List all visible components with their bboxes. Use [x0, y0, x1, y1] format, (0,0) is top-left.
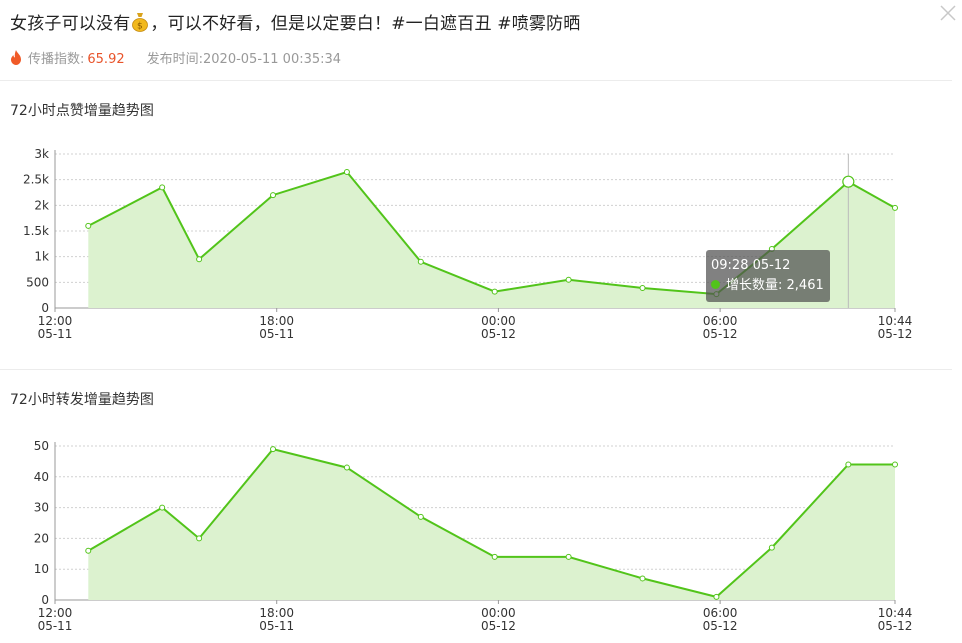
tooltip-label: 增长数量:: [726, 278, 783, 293]
close-button[interactable]: [937, 2, 959, 24]
data-point: [565, 276, 572, 283]
highlighted-point: [842, 175, 855, 188]
divider-middle: [0, 369, 952, 370]
x-tick-time: 12:00: [38, 606, 73, 620]
x-tick-date: 05-12: [703, 619, 738, 633]
data-point: [768, 544, 775, 551]
y-tick-label: 2.5k: [23, 173, 49, 187]
x-tick-time: 18:00: [259, 606, 294, 620]
tooltip-title: 09:28 05-12: [711, 258, 791, 273]
y-tick-label: 0: [41, 301, 49, 315]
x-tick-date: 05-11: [38, 327, 73, 341]
y-tick-label: 0: [41, 593, 49, 607]
data-point: [491, 553, 498, 560]
money-bag-icon: $: [132, 13, 149, 32]
fire-icon: [11, 50, 21, 65]
title-prefix: 女孩子可以没有: [10, 14, 131, 34]
data-point: [85, 547, 92, 554]
series-dot: [711, 280, 720, 289]
data-point: [491, 288, 498, 295]
y-tick-label: 2k: [34, 198, 49, 212]
x-tick-time: 00:00: [481, 314, 516, 328]
x-tick-time: 18:00: [259, 314, 294, 328]
y-tick-label: 50: [34, 439, 49, 453]
x-tick-date: 05-11: [38, 619, 73, 633]
y-tick-label: 40: [34, 470, 49, 484]
x-tick-time: 00:00: [481, 606, 516, 620]
y-tick-label: 1.5k: [23, 224, 49, 238]
data-point: [343, 464, 350, 471]
reposts-chart-title: 72小时转发增量趋势图: [10, 392, 154, 408]
x-tick-time: 10:44: [878, 606, 913, 620]
x-tick-date: 05-12: [481, 619, 516, 633]
publish-label: 发布时间:: [146, 52, 203, 67]
data-point: [417, 258, 424, 265]
post-meta: 传播指数: 65.92 发布时间:2020-05-11 00:35:34: [10, 48, 341, 67]
y-tick-label: 30: [34, 501, 49, 515]
likes-chart-title: 72小时点赞增量趋势图: [10, 103, 154, 119]
data-point: [270, 192, 277, 199]
data-point: [159, 504, 166, 511]
x-tick-date: 05-12: [878, 327, 913, 341]
x-tick-time: 12:00: [38, 314, 73, 328]
x-tick-date: 05-12: [878, 619, 913, 633]
publish-time: 2020-05-11 00:35:34: [203, 52, 342, 67]
data-point: [892, 204, 898, 211]
data-point: [565, 553, 572, 560]
x-tick-time: 06:00: [703, 606, 738, 620]
x-tick-date: 05-11: [259, 327, 294, 341]
data-point: [845, 461, 852, 468]
reposts-trend-chart[interactable]: 0102030405012:0005-1118:0005-1100:0005-1…: [0, 432, 962, 637]
data-point: [892, 461, 898, 468]
data-point: [639, 575, 646, 582]
x-tick-date: 05-11: [259, 619, 294, 633]
y-tick-label: 500: [26, 275, 49, 289]
data-point: [159, 184, 166, 191]
svg-text:$: $: [137, 22, 143, 32]
data-point: [196, 256, 203, 263]
tooltip-row: 增长数量: 2,461: [711, 276, 824, 296]
spread-label: 传播指数:: [28, 52, 85, 67]
x-tick-date: 05-12: [481, 327, 516, 341]
spread-value: 65.92: [87, 52, 125, 67]
tooltip-value: 2,461: [786, 278, 824, 293]
data-point: [85, 222, 92, 229]
x-tick-time: 06:00: [703, 314, 738, 328]
divider-top: [0, 80, 952, 81]
y-tick-label: 10: [34, 562, 49, 576]
data-point: [343, 168, 350, 175]
chart-tooltip: 09:28 05-12 增长数量: 2,461: [706, 250, 830, 302]
data-point: [713, 593, 720, 600]
title-suffix: ，可以不好看，但是以定要白！#一白遮百丑 #喷雾防晒: [150, 14, 581, 34]
data-point: [270, 446, 277, 453]
y-tick-label: 1k: [34, 250, 49, 264]
x-tick-time: 10:44: [878, 314, 913, 328]
data-point: [417, 513, 424, 520]
x-tick-date: 05-12: [703, 327, 738, 341]
likes-trend-chart[interactable]: 05001k1.5k2k2.5k3k12:0005-1118:0005-1100…: [0, 140, 962, 345]
data-point: [639, 284, 646, 291]
y-tick-label: 20: [34, 531, 49, 545]
data-point: [196, 535, 203, 542]
y-tick-label: 3k: [34, 147, 49, 161]
post-title: 女孩子可以没有 $ ，可以不好看，但是以定要白！#一白遮百丑 #喷雾防晒: [10, 9, 581, 34]
close-icon: [940, 5, 956, 21]
